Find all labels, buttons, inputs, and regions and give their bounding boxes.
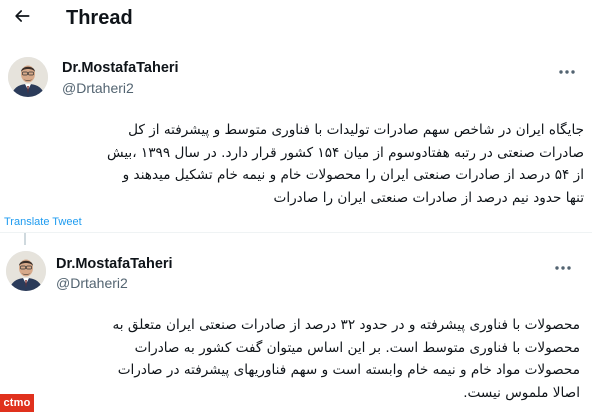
tweet-line: محصولات مواد خام و نیمه خام وابسته است و… — [117, 362, 580, 378]
tweet-line: محصولات با فناوری پیشرفته و در حدود ۳۲ د… — [112, 317, 580, 333]
tweet-line: تنها حدود نیم درصد از صادرات صنعتی ایران… — [273, 189, 584, 206]
more-horizontal-icon — [554, 256, 572, 275]
tweet-text: محصولات با فناوری پیشرفته و در حدود ۳۲ د… — [14, 314, 580, 404]
avatar[interactable] — [6, 251, 46, 291]
more-horizontal-icon — [558, 60, 576, 79]
watermark-text: ctmo — [3, 397, 31, 409]
page-title: Thread — [66, 7, 133, 29]
watermark-logo: ctmo — [0, 394, 34, 412]
tweet-line: صادرات صنعتی در رتبه هفتادوسوم از میان ۱… — [106, 144, 584, 161]
author-handle[interactable]: @Drtaheri2 — [62, 80, 134, 96]
tweet-text: جایگاه ایران در شاخص سهم صادرات تولیدات … — [28, 119, 584, 209]
tweet-line: محصولات با فناوری متوسط است. بر این اساس… — [134, 339, 580, 356]
thread-header: Thread — [0, 0, 592, 40]
tweet-line: جایگاه ایران در شاخص سهم صادرات تولیدات … — [128, 122, 584, 138]
thread-connector — [24, 233, 26, 245]
arrow-left-icon — [12, 6, 32, 30]
tweet-line: از ۵۴ درصد از صادرات صنعتی ایران را محصو… — [122, 167, 584, 183]
avatar[interactable] — [8, 57, 48, 97]
more-button[interactable] — [556, 62, 578, 76]
more-button[interactable] — [552, 258, 574, 272]
translate-tweet-link[interactable]: Translate Tweet — [4, 216, 82, 228]
tweet-line: اصالا ملموس نیست. — [463, 384, 580, 401]
author-handle[interactable]: @Drtaheri2 — [56, 275, 128, 291]
author-name[interactable]: Dr.MostafaTaheri — [56, 256, 173, 272]
back-button[interactable] — [8, 4, 36, 32]
divider — [0, 232, 592, 233]
author-name[interactable]: Dr.MostafaTaheri — [62, 60, 179, 76]
